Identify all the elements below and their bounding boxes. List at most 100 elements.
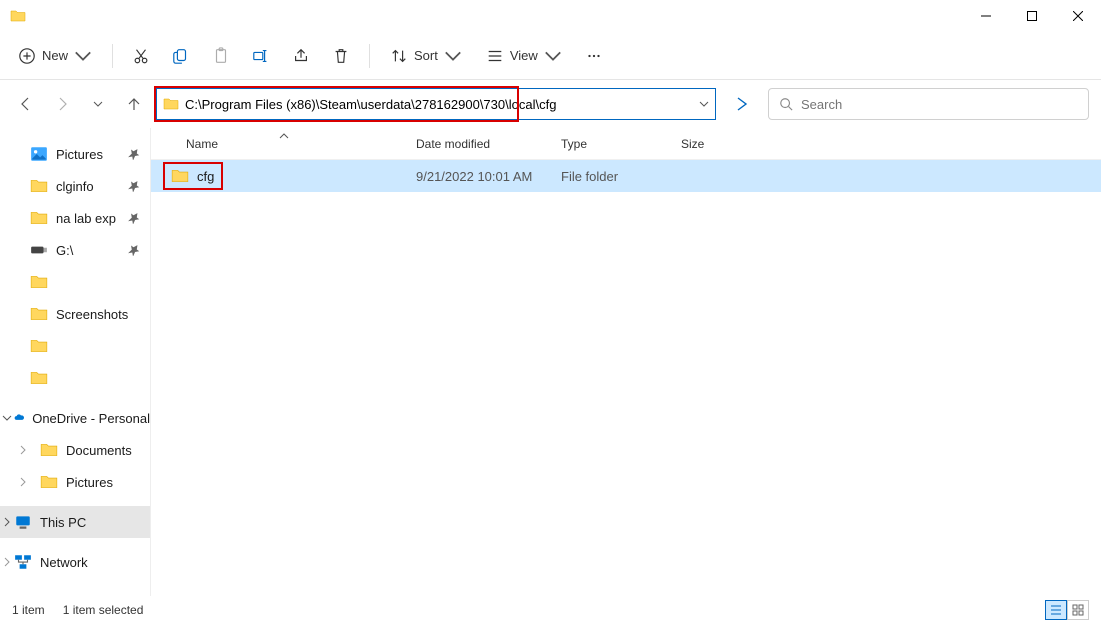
details-view-toggle[interactable]: [1045, 600, 1067, 620]
view-label: View: [510, 48, 538, 63]
folder-icon: [30, 209, 48, 227]
column-headers: Name Date modified Type Size: [151, 128, 1101, 160]
paste-icon: [212, 47, 230, 65]
delete-button[interactable]: [323, 38, 359, 74]
search-input[interactable]: [801, 97, 1078, 112]
title-bar: [0, 0, 1101, 32]
chevron-right-icon[interactable]: [18, 477, 28, 487]
address-row: [0, 80, 1101, 128]
share-icon: [292, 47, 310, 65]
sidebar-item-label: clginfo: [56, 179, 94, 194]
thumbnails-view-toggle[interactable]: [1067, 600, 1089, 620]
sidebar-item-label: OneDrive - Personal: [32, 411, 150, 426]
forward-button[interactable]: [48, 90, 76, 118]
pin-icon: [128, 180, 140, 192]
copy-icon: [172, 47, 190, 65]
sidebar-item-folder[interactable]: [0, 266, 150, 298]
sidebar-item-label: Pictures: [66, 475, 113, 490]
onedrive-icon: [14, 409, 24, 427]
chevron-right-icon[interactable]: [2, 517, 12, 527]
search-icon: [779, 97, 793, 111]
sidebar-item-network[interactable]: Network: [0, 546, 150, 578]
rename-button[interactable]: [243, 38, 279, 74]
sidebar-item-g-drive[interactable]: G:\: [0, 234, 150, 266]
sidebar-item-clginfo[interactable]: clginfo: [0, 170, 150, 202]
sidebar-item-pictures2[interactable]: Pictures: [0, 466, 150, 498]
details-icon: [1050, 604, 1062, 616]
file-date: 9/21/2022 10:01 AM: [416, 169, 561, 184]
file-row-cfg[interactable]: cfg 9/21/2022 10:01 AM File folder: [151, 160, 1101, 192]
column-header-date[interactable]: Date modified: [416, 137, 561, 151]
network-icon: [14, 553, 32, 571]
command-bar: New Sort View: [0, 32, 1101, 80]
this-pc-icon: [14, 513, 32, 531]
sidebar-item-pictures[interactable]: Pictures: [0, 138, 150, 170]
status-item-count: 1 item: [12, 603, 45, 617]
up-button[interactable]: [120, 90, 148, 118]
sidebar-item-label: Pictures: [56, 147, 103, 162]
new-button[interactable]: New: [8, 38, 102, 74]
minimize-button[interactable]: [963, 0, 1009, 32]
maximize-button[interactable]: [1009, 0, 1055, 32]
ellipsis-icon: [585, 47, 603, 65]
chevron-down-icon[interactable]: [699, 99, 709, 109]
pin-icon: [128, 148, 140, 160]
sort-button[interactable]: Sort: [380, 38, 472, 74]
grid-icon: [1072, 604, 1084, 616]
back-button[interactable]: [12, 90, 40, 118]
status-bar: 1 item 1 item selected: [0, 596, 1101, 624]
navigation-pane: Pictures clginfo na lab exp G:\ Screensh…: [0, 128, 150, 596]
folder-icon: [30, 337, 48, 355]
pin-icon: [128, 244, 140, 256]
column-header-name[interactable]: Name: [151, 137, 416, 151]
share-button[interactable]: [283, 38, 319, 74]
folder-icon: [30, 305, 48, 323]
view-icon: [486, 47, 504, 65]
go-button[interactable]: [724, 88, 760, 120]
chevron-down-icon: [544, 47, 562, 65]
cut-button[interactable]: [123, 38, 159, 74]
column-header-type[interactable]: Type: [561, 137, 681, 151]
pin-icon: [128, 212, 140, 224]
search-box[interactable]: [768, 88, 1089, 120]
plus-circle-icon: [18, 47, 36, 65]
sidebar-item-folder[interactable]: [0, 362, 150, 394]
sidebar-item-this-pc[interactable]: This PC: [0, 506, 150, 538]
sidebar-item-screenshots[interactable]: Screenshots: [0, 298, 150, 330]
pictures-icon: [30, 145, 48, 163]
address-bar[interactable]: [156, 88, 716, 120]
chevron-right-icon[interactable]: [18, 445, 28, 455]
file-list-pane: Name Date modified Type Size cfg 9/21/20…: [150, 128, 1101, 596]
chevron-down-icon[interactable]: [2, 413, 12, 423]
window-folder-icon: [10, 8, 26, 24]
sidebar-item-folder[interactable]: [0, 330, 150, 362]
sidebar-item-label: This PC: [40, 515, 86, 530]
usb-drive-icon: [30, 241, 48, 259]
paste-button[interactable]: [203, 38, 239, 74]
recent-button[interactable]: [84, 90, 112, 118]
address-input[interactable]: [185, 97, 693, 112]
chevron-right-icon[interactable]: [2, 557, 12, 567]
sidebar-item-label: G:\: [56, 243, 73, 258]
copy-button[interactable]: [163, 38, 199, 74]
column-header-size[interactable]: Size: [681, 137, 751, 151]
file-name: cfg: [197, 169, 214, 184]
view-button[interactable]: View: [476, 38, 572, 74]
close-button[interactable]: [1055, 0, 1101, 32]
chevron-down-icon: [444, 47, 462, 65]
sidebar-item-na-lab-exp[interactable]: na lab exp: [0, 202, 150, 234]
more-button[interactable]: [576, 38, 612, 74]
sidebar-item-onedrive[interactable]: OneDrive - Personal: [0, 402, 150, 434]
sidebar-item-documents[interactable]: Documents: [0, 434, 150, 466]
sort-label: Sort: [414, 48, 438, 63]
rename-icon: [252, 47, 270, 65]
separator: [369, 44, 370, 68]
folder-icon: [171, 167, 189, 185]
new-label: New: [42, 48, 68, 63]
separator: [112, 44, 113, 68]
chevron-down-icon: [74, 47, 92, 65]
folder-icon: [40, 441, 58, 459]
scissors-icon: [132, 47, 150, 65]
sidebar-item-label: Network: [40, 555, 88, 570]
sidebar-item-label: na lab exp: [56, 211, 116, 226]
